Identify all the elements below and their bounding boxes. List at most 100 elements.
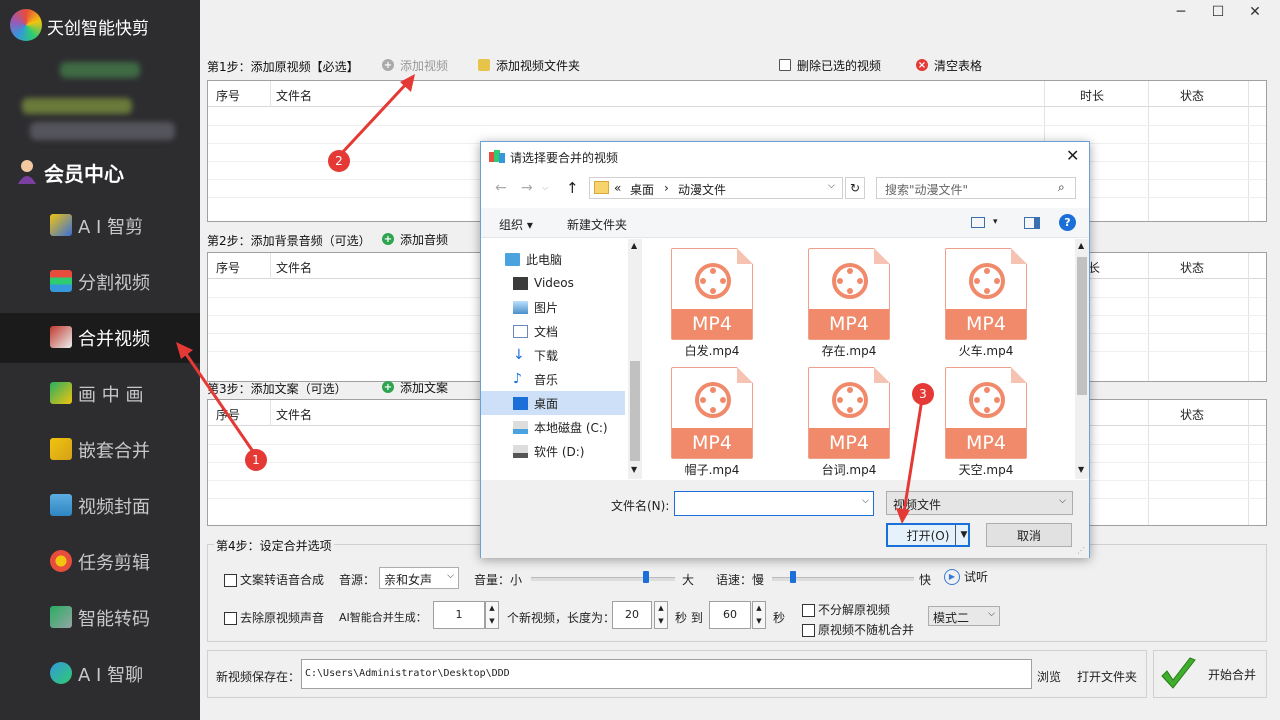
col-status[interactable]: 状态	[1180, 406, 1204, 423]
volume-slider[interactable]	[531, 577, 675, 581]
open-file-dialog[interactable]: 请选择要合并的视频 ✕ ← → ⌵ ↑ « 桌面 › 动漫文件 ⌵ ↻ 搜索"动…	[480, 141, 1090, 558]
tree-item-downloads[interactable]: ↓ 下载	[481, 343, 625, 367]
breadcrumb-desktop[interactable]: 桌面	[630, 181, 654, 198]
add-text-button[interactable]: + 添加文案	[382, 377, 448, 397]
sidebar-item-ai-chat[interactable]: A I 智聊	[0, 649, 200, 699]
files-scrollbar[interactable]: ▲ ▼	[1075, 239, 1089, 479]
no-random-checkbox[interactable]: 原视频不随机合并	[802, 621, 914, 638]
preview-pane-icon[interactable]	[1024, 217, 1040, 229]
search-icon[interactable]: ⌕	[1058, 180, 1065, 195]
remove-audio-checkbox[interactable]: 去除原视频声音	[224, 609, 324, 626]
file-item[interactable]: MP4 白发.mp4	[662, 248, 762, 363]
tts-checkbox[interactable]: 文案转语音合成	[224, 571, 324, 588]
cancel-button[interactable]: 取消	[986, 523, 1072, 547]
stepper-down-icon[interactable]: ▼	[486, 615, 498, 628]
stepper-down-icon[interactable]: ▼	[655, 615, 667, 628]
breadcrumb-anime-folder[interactable]: 动漫文件	[678, 181, 726, 198]
tree-item-this-pc[interactable]: 此电脑	[481, 247, 625, 271]
max-length-input[interactable]: 60	[709, 601, 751, 629]
start-merge-button[interactable]: 开始合并	[1153, 650, 1267, 698]
scroll-up-icon[interactable]: ▲	[631, 241, 637, 250]
clear-table-button[interactable]: × 清空表格	[916, 55, 982, 75]
scroll-down-icon[interactable]: ▼	[1078, 465, 1084, 474]
dialog-close-icon[interactable]: ✕	[1066, 146, 1079, 165]
up-arrow-icon[interactable]: ↑	[566, 179, 579, 197]
max-length-stepper[interactable]: ▲ ▼	[752, 601, 766, 629]
back-arrow-icon[interactable]: ←	[495, 180, 507, 196]
stepper-up-icon[interactable]: ▲	[486, 602, 498, 615]
browse-button[interactable]: 浏览	[1037, 668, 1061, 685]
forward-arrow-icon[interactable]: →	[521, 180, 533, 196]
stepper-down-icon[interactable]: ▼	[753, 615, 765, 628]
tree-scrollbar[interactable]: ▲ ▼	[628, 239, 642, 479]
nav-tree[interactable]: 此电脑 Videos 图片 文档 ↓ 下载 ♪ 音乐 桌面 本地磁盘 (C:) 软件…	[481, 239, 627, 479]
col-index[interactable]: 序号	[216, 259, 240, 276]
sidebar-item-ai-cut[interactable]: A I 智剪	[0, 201, 200, 251]
col-duration[interactable]: 时长	[1080, 87, 1104, 104]
sidebar-item-split-video[interactable]: 分割视频	[0, 257, 200, 307]
minimize-button[interactable]: ─	[1166, 4, 1196, 28]
voice-select[interactable]: 亲和女声 ⌵	[379, 567, 459, 589]
col-index[interactable]: 序号	[216, 87, 240, 104]
scrollbar-thumb[interactable]	[1077, 257, 1087, 395]
col-index[interactable]: 序号	[216, 406, 240, 423]
sidebar-item-transcode[interactable]: 智能转码	[0, 593, 200, 643]
min-length-input[interactable]: 20	[612, 601, 652, 629]
sidebar-item-task-edit[interactable]: 任务剪辑	[0, 537, 200, 587]
open-folder-button[interactable]: 打开文件夹	[1077, 668, 1137, 685]
member-center-link[interactable]: 会员中心	[44, 158, 124, 187]
view-options-icon[interactable]	[971, 217, 985, 228]
sidebar-item-video-cover[interactable]: 视频封面	[0, 481, 200, 531]
tree-item-documents[interactable]: 文档	[481, 319, 625, 343]
col-filename[interactable]: 文件名	[276, 406, 312, 423]
tree-item-drive-d[interactable]: 软件 (D:)	[481, 439, 625, 463]
speed-slider-thumb[interactable]	[790, 571, 797, 583]
refresh-icon[interactable]: ↻	[845, 177, 865, 199]
organize-button[interactable]: 组织 ▾	[499, 216, 533, 233]
add-video-button[interactable]: + 添加视频	[382, 55, 448, 75]
save-path-input[interactable]: C:\Users\Administrator\Desktop\DDD	[301, 659, 1032, 689]
mode-select[interactable]: 模式二 ⌵	[928, 606, 1000, 626]
min-length-stepper[interactable]: ▲ ▼	[654, 601, 668, 629]
maximize-button[interactable]: ☐	[1203, 4, 1233, 28]
address-bar[interactable]: « 桌面 › 动漫文件 ⌵	[589, 177, 843, 199]
file-item[interactable]: MP4 存在.mp4	[799, 248, 899, 363]
scroll-down-icon[interactable]: ▼	[631, 465, 637, 474]
open-dropdown-icon[interactable]: ▼	[955, 525, 972, 545]
search-input[interactable]: 搜索"动漫文件"	[876, 177, 1076, 199]
add-audio-button[interactable]: + 添加音频	[382, 229, 448, 249]
file-item[interactable]: MP4 天空.mp4	[936, 367, 1036, 482]
col-filename[interactable]: 文件名	[276, 87, 312, 104]
view-dropdown-icon[interactable]: ▾	[993, 217, 998, 227]
breadcrumb-overflow[interactable]: «	[614, 181, 621, 195]
file-item[interactable]: MP4 火车.mp4	[936, 248, 1036, 363]
sidebar-item-pip[interactable]: 画 中 画	[0, 369, 200, 419]
sidebar-item-merge-video[interactable]: 合并视频	[0, 313, 200, 363]
sidebar-item-nested-merge[interactable]: 嵌套合并	[0, 425, 200, 475]
recent-chevron-icon[interactable]: ⌵	[542, 183, 548, 193]
volume-slider-thumb[interactable]	[643, 571, 650, 583]
preview-button[interactable]: ▶ 试听	[944, 568, 988, 585]
scrollbar-thumb[interactable]	[630, 361, 640, 461]
new-folder-button[interactable]: 新建文件夹	[567, 216, 627, 233]
col-status[interactable]: 状态	[1180, 259, 1204, 276]
filename-dropdown-icon[interactable]: ⌵	[862, 496, 869, 506]
delete-selected-button[interactable]: 删除已选的视频	[779, 55, 881, 75]
col-filename[interactable]: 文件名	[276, 259, 312, 276]
resize-grip-icon[interactable]: ⋰	[1077, 546, 1085, 555]
ai-count-input[interactable]: 1	[433, 601, 485, 629]
member-icon[interactable]	[16, 158, 38, 184]
no-split-checkbox[interactable]: 不分解原视频	[802, 601, 890, 618]
help-icon[interactable]: ?	[1059, 214, 1076, 231]
col-status[interactable]: 状态	[1180, 87, 1204, 104]
tree-item-music[interactable]: ♪ 音乐	[481, 367, 625, 391]
scroll-up-icon[interactable]: ▲	[1078, 241, 1084, 250]
file-item[interactable]: MP4 台词.mp4	[799, 367, 899, 482]
filename-input[interactable]: ⌵	[674, 491, 874, 516]
filetype-select[interactable]: 视频文件 ⌵	[886, 491, 1073, 515]
tree-item-pictures[interactable]: 图片	[481, 295, 625, 319]
add-folder-button[interactable]: 添加视频文件夹	[478, 55, 580, 75]
close-button[interactable]: ✕	[1240, 4, 1270, 28]
tree-item-videos[interactable]: Videos	[481, 271, 625, 295]
tree-item-drive-c[interactable]: 本地磁盘 (C:)	[481, 415, 625, 439]
